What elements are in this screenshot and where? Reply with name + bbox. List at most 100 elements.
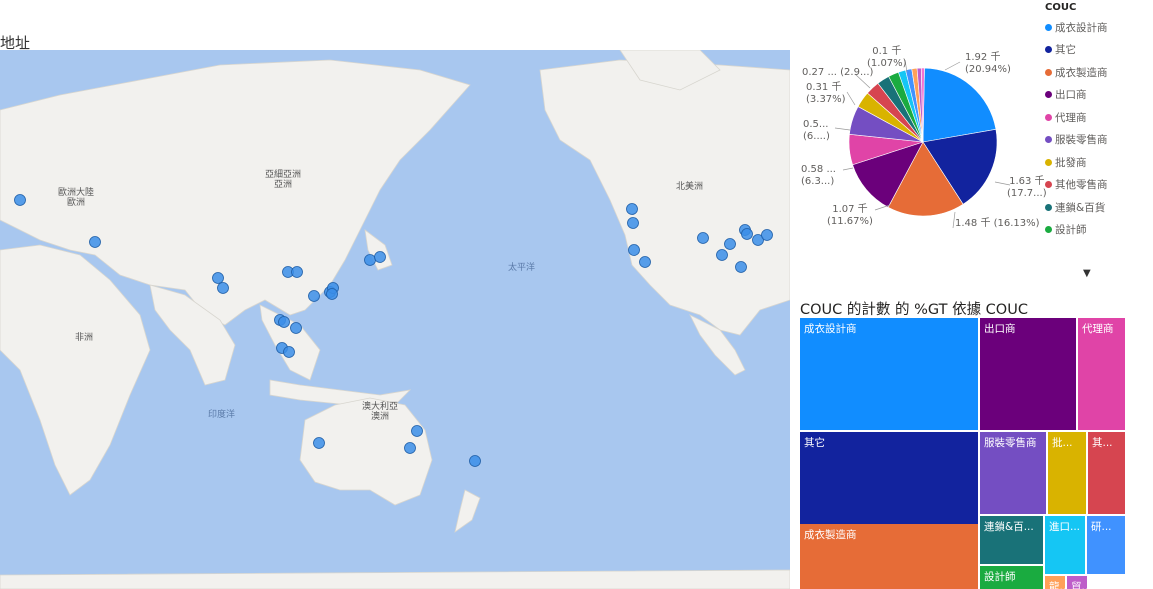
treemap-tile[interactable]: 其... [1088,432,1127,516]
map-point[interactable] [628,244,640,256]
legend-item[interactable]: 連鎖&百貨 [1045,196,1153,219]
legend-color-dot [1045,68,1052,76]
legend-item-label: 代理商 [1055,111,1087,124]
pie-label-6: 0.5... (6....) [803,119,830,142]
legend-item[interactable]: 其他零售商 [1045,174,1153,197]
pie-chart[interactable]: 1.92 千 (20.94%) 1.63 千 (17.7...) 1.48 千 … [795,0,1047,265]
treemap-tile[interactable]: 設計師 [980,566,1045,589]
map-point[interactable] [291,266,303,278]
treemap-tile-label: 批... [1052,437,1073,449]
pie-label-5: 0.58 ... (6.3...) [801,164,836,187]
treemap-tile[interactable]: 成衣製造商 [800,524,980,589]
treemap-tile[interactable]: 研... [1087,516,1127,576]
treemap-tile-label: 其它 [804,437,825,449]
map-point[interactable] [469,455,481,467]
pie-label-2: 1.63 千 (17.7...) [1007,176,1047,199]
legend-color-dot [1045,226,1052,234]
map-point[interactable] [89,236,101,248]
pie-legend: COUC 成衣設計商 其它成衣製造商出口商代理商服裝零售商批發商其他零售商連鎖&百… [1045,2,1153,241]
map-point[interactable] [404,442,416,454]
legend-item[interactable]: 批發商 [1045,151,1153,174]
map-point[interactable] [724,238,736,250]
map-point[interactable] [364,254,376,266]
legend-item[interactable]: 其它 [1045,39,1153,62]
legend-item[interactable]: 出口商 [1045,84,1153,107]
legend-item-label: 服裝零售商 [1055,134,1108,147]
map-points[interactable] [0,50,790,589]
treemap-tile[interactable]: 連鎖&百... [980,516,1045,566]
legend-color-dot [1045,136,1052,144]
treemap-tile[interactable]: 出口商 [980,318,1078,432]
map-point[interactable] [716,249,728,261]
treemap-tile-label: 代理商 [1082,323,1114,335]
map-point[interactable] [697,232,709,244]
treemap-tile-label: 服裝零售商 [984,437,1037,449]
map-point[interactable] [313,437,325,449]
map-point[interactable] [411,425,423,437]
legend-item-label: 其他零售商 [1055,179,1108,192]
pie-label-7: 0.31 千 (3.37%) [806,82,846,105]
legend-item[interactable]: 成衣製造商 [1045,61,1153,84]
map-point[interactable] [326,288,338,300]
map-point[interactable] [741,228,753,240]
pie-leader-line [846,91,856,106]
treemap-tile-label: 其... [1092,437,1113,449]
treemap-tile[interactable]: 其它 [800,432,980,528]
legend-color-dot [1045,181,1052,189]
legend-item-label: 批發商 [1055,156,1087,169]
treemap-tile-label: 龍... [1049,581,1067,589]
legend-item-label: 出口商 [1055,89,1087,102]
legend-item-label: 成衣製造商 [1055,66,1108,79]
treemap-tile[interactable]: 批... [1048,432,1088,516]
map-point[interactable] [639,256,651,268]
pie-label-3: 1.48 千 (16.13%) [955,218,1040,229]
treemap-tile-label: 設計師 [984,571,1016,583]
treemap-tile-label: 出口商 [984,323,1016,335]
map-point[interactable] [761,229,773,241]
legend-item-label: 連鎖&百貨 [1055,201,1106,214]
legend-title: COUC [1045,2,1077,13]
pie-slice[interactable] [922,67,997,143]
treemap-tile[interactable]: 代理商 [1078,318,1127,432]
treemap-tile[interactable]: 服裝零售商 [980,432,1048,516]
map-point[interactable] [735,261,747,273]
legend-color-dot [1045,91,1052,99]
map-visual[interactable]: 歐洲大陸 歐洲 亞細亞洲 亞洲 非洲 北美洲 澳大利亞 澳洲 太平洋 印度洋 [0,50,790,589]
treemap-tile[interactable]: 成衣設計商 [800,318,980,432]
map-point[interactable] [217,282,229,294]
treemap-tile[interactable]: 進口... [1045,516,1087,576]
map-point[interactable] [283,346,295,358]
map-point[interactable] [290,322,302,334]
map-point[interactable] [626,203,638,215]
legend-color-dot [1045,203,1052,211]
legend-item-label: 設計師 [1055,224,1087,237]
map-point[interactable] [374,251,386,263]
legend-items: 成衣設計商 其它成衣製造商出口商代理商服裝零售商批發商其他零售商連鎖&百貨設計師 [1045,16,1153,241]
treemap-title: COUC 的計數 的 %GT 依據 COUC [800,302,1028,318]
treemap-tile-label: 貿... [1071,581,1089,589]
legend-color-dot [1045,158,1052,166]
map-point[interactable] [278,316,290,328]
map-point[interactable] [212,272,224,284]
pie-leader-line [842,167,854,171]
legend-item[interactable]: 成衣設計商 [1045,16,1153,39]
legend-color-dot [1045,113,1052,121]
treemap-chart[interactable]: 成衣設計商其它成衣製造商 出口商 代理商服裝零售商 批... 其... 連鎖&百... 進口… [800,318,1127,589]
legend-item[interactable]: 代理商 [1045,106,1153,129]
legend-more-icon[interactable]: ▼ [1083,268,1091,279]
map-point[interactable] [14,194,26,206]
map-point[interactable] [308,290,320,302]
treemap-tile[interactable]: 貿... [1067,576,1089,589]
pie-label-1: 1.92 千 (20.94%) [965,52,1011,75]
treemap-tile[interactable]: 龍... [1045,576,1067,589]
treemap-tile-label: 進口... [1049,521,1081,533]
legend-item[interactable]: 設計師 [1045,219,1153,242]
pie-leader-line [834,127,851,131]
pie-leader-line [874,204,891,211]
legend-color-dot [1045,23,1052,31]
treemap-tile-label: 成衣製造商 [804,529,857,541]
map-point[interactable] [627,217,639,229]
legend-item[interactable]: 服裝零售商 [1045,129,1153,152]
treemap-tile-label: 研... [1091,521,1112,533]
pie-label-4: 1.07 千 (11.67%) [827,204,873,227]
